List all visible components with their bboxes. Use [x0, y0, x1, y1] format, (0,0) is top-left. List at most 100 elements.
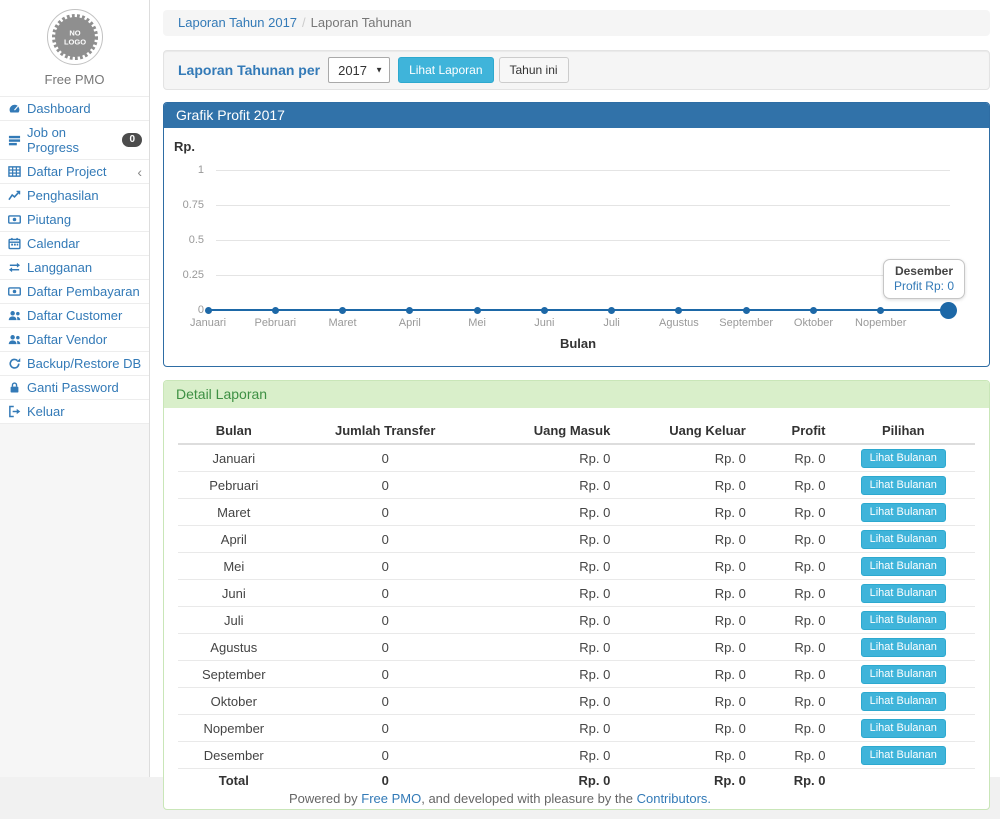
- lihat-bulanan-button[interactable]: Lihat Bulanan: [861, 719, 946, 738]
- sidebar-item-label: Penghasilan: [27, 188, 99, 203]
- dashboard-icon: [7, 102, 22, 115]
- sidebar-item-calendar[interactable]: Calendar: [0, 232, 149, 256]
- tahun-ini-button[interactable]: Tahun ini: [499, 57, 569, 83]
- cell-uang_keluar: Rp. 0: [616, 661, 751, 688]
- lihat-bulanan-button[interactable]: Lihat Bulanan: [861, 530, 946, 549]
- data-point-highlighted-desember[interactable]: [940, 302, 957, 319]
- cell-uang_masuk: Rp. 0: [481, 742, 616, 769]
- lihat-bulanan-button[interactable]: Lihat Bulanan: [861, 503, 946, 522]
- y-tick-label: 1: [164, 164, 204, 176]
- y-tick-label: 0: [164, 304, 204, 316]
- cell-uang_masuk: Rp. 0: [481, 634, 616, 661]
- cell-bulan: Agustus: [178, 634, 290, 661]
- lihat-bulanan-button[interactable]: Lihat Bulanan: [861, 449, 946, 468]
- data-point-maret[interactable]: [339, 307, 346, 314]
- sidebar-item-penghasilan[interactable]: Penghasilan: [0, 184, 149, 208]
- table-row-desember: Desember0Rp. 0Rp. 0Rp. 0Lihat Bulanan: [178, 742, 975, 769]
- data-point-nopember[interactable]: [877, 307, 884, 314]
- cell-uang_masuk: Rp. 0: [481, 661, 616, 688]
- data-point-januari[interactable]: [205, 307, 212, 314]
- detail-panel: Detail Laporan BulanJumlah TransferUang …: [163, 380, 990, 810]
- data-point-april[interactable]: [406, 307, 413, 314]
- app-logo: NO LOGO: [46, 8, 104, 66]
- cell-profit: Rp. 0: [752, 580, 832, 607]
- cell-profit: Rp. 0: [752, 769, 832, 793]
- sidebar-item-keluar[interactable]: Keluar: [0, 400, 149, 424]
- cell-uang_masuk: Rp. 0: [481, 553, 616, 580]
- lihat-bulanan-button[interactable]: Lihat Bulanan: [861, 611, 946, 630]
- cell-uang_masuk: Rp. 0: [481, 580, 616, 607]
- breadcrumb-link[interactable]: Laporan Tahun 2017: [178, 15, 297, 30]
- sidebar-item-dashboard[interactable]: Dashboard: [0, 97, 149, 121]
- sign-out-icon: [7, 405, 22, 418]
- tooltip-title: Desember: [894, 264, 954, 279]
- lihat-bulanan-button[interactable]: Lihat Bulanan: [861, 665, 946, 684]
- data-point-oktober[interactable]: [810, 307, 817, 314]
- x-tick-label: Maret: [328, 317, 356, 329]
- sidebar-item-label: Daftar Project: [27, 164, 106, 179]
- lihat-bulanan-button[interactable]: Lihat Bulanan: [861, 476, 946, 495]
- cell-uang_keluar: Rp. 0: [616, 553, 751, 580]
- y-tick-label: 0.5: [164, 234, 204, 246]
- sidebar-item-ganti-password[interactable]: Ganti Password: [0, 376, 149, 400]
- cell-pilihan: Lihat Bulanan: [832, 472, 976, 499]
- data-point-juni[interactable]: [541, 307, 548, 314]
- data-point-mei[interactable]: [474, 307, 481, 314]
- sidebar-item-daftar-customer[interactable]: Daftar Customer: [0, 304, 149, 328]
- cell-pilihan: Lihat Bulanan: [832, 553, 976, 580]
- data-point-agustus[interactable]: [675, 307, 682, 314]
- data-point-juli[interactable]: [608, 307, 615, 314]
- footer-middle: , and developed with pleasure by the: [421, 791, 636, 806]
- sidebar-item-daftar-pembayaran[interactable]: Daftar Pembayaran: [0, 280, 149, 304]
- year-select[interactable]: 2017: [328, 57, 390, 83]
- sidebar-item-backup-restore-db[interactable]: Backup/Restore DB: [0, 352, 149, 376]
- cell-uang_keluar: Rp. 0: [616, 688, 751, 715]
- cell-uang_keluar: Rp. 0: [616, 769, 751, 793]
- gridline: [216, 240, 950, 241]
- cell-jumlah_transfer: 0: [290, 553, 481, 580]
- lihat-bulanan-button[interactable]: Lihat Bulanan: [861, 746, 946, 765]
- cell-jumlah_transfer: 0: [290, 607, 481, 634]
- filter-label: Laporan Tahunan per: [178, 62, 320, 78]
- y-tick-label: 0.75: [164, 199, 204, 211]
- detail-table: BulanJumlah TransferUang MasukUang Kelua…: [178, 418, 975, 793]
- gridline: [216, 170, 950, 171]
- sidebar-item-daftar-vendor[interactable]: Daftar Vendor: [0, 328, 149, 352]
- cell-bulan: Oktober: [178, 688, 290, 715]
- table-row-september: September0Rp. 0Rp. 0Rp. 0Lihat Bulanan: [178, 661, 975, 688]
- data-point-september[interactable]: [743, 307, 750, 314]
- free-pmo-link[interactable]: Free PMO: [361, 791, 421, 806]
- x-tick-label: Mei: [468, 317, 486, 329]
- column-header-bulan: Bulan: [178, 418, 290, 444]
- cell-bulan: Maret: [178, 499, 290, 526]
- lihat-bulanan-button[interactable]: Lihat Bulanan: [861, 557, 946, 576]
- cell-uang_keluar: Rp. 0: [616, 499, 751, 526]
- x-tick-label: Juni: [534, 317, 554, 329]
- detail-panel-body: BulanJumlah TransferUang MasukUang Kelua…: [164, 408, 989, 809]
- table-row-agustus: Agustus0Rp. 0Rp. 0Rp. 0Lihat Bulanan: [178, 634, 975, 661]
- sidebar-item-label: Keluar: [27, 404, 65, 419]
- sidebar: NO LOGO Free PMO DashboardJob on Progres…: [0, 0, 150, 777]
- lihat-bulanan-button[interactable]: Lihat Bulanan: [861, 638, 946, 657]
- cell-profit: Rp. 0: [752, 553, 832, 580]
- data-point-pebruari[interactable]: [272, 307, 279, 314]
- sidebar-item-job-on-progress[interactable]: Job on Progress0: [0, 121, 149, 160]
- lihat-bulanan-button[interactable]: Lihat Bulanan: [861, 692, 946, 711]
- sidebar-item-label: Daftar Customer: [27, 308, 122, 323]
- main-content: Laporan Tahun 2017/Laporan Tahunan Lapor…: [150, 0, 1000, 777]
- logo-text-line2: LOGO: [63, 38, 85, 47]
- gridline: [216, 205, 950, 206]
- lihat-laporan-button[interactable]: Lihat Laporan: [398, 57, 493, 83]
- contributors-link[interactable]: Contributors.: [637, 791, 711, 806]
- sidebar-item-label: Dashboard: [27, 101, 91, 116]
- sidebar-item-piutang[interactable]: Piutang: [0, 208, 149, 232]
- sidebar-item-daftar-project[interactable]: Daftar Project‹: [0, 160, 149, 184]
- cell-pilihan: Lihat Bulanan: [832, 580, 976, 607]
- cell-jumlah_transfer: 0: [290, 499, 481, 526]
- sidebar-item-langganan[interactable]: Langganan: [0, 256, 149, 280]
- refresh-icon: [7, 357, 22, 370]
- cell-jumlah_transfer: 0: [290, 742, 481, 769]
- cell-pilihan: Lihat Bulanan: [832, 499, 976, 526]
- lihat-bulanan-button[interactable]: Lihat Bulanan: [861, 584, 946, 603]
- cell-profit: Rp. 0: [752, 499, 832, 526]
